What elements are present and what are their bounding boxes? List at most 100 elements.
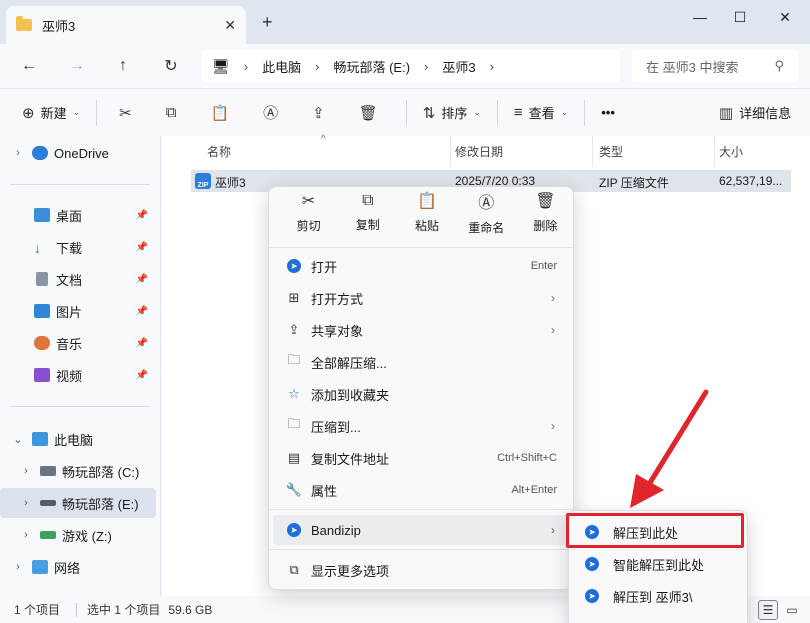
sidebar-item-drive-c[interactable]: › 畅玩部落 (C:) xyxy=(0,456,156,486)
tab-current[interactable]: 巫师3 ✕ xyxy=(6,6,246,44)
sidebar-item-label: 下载 xyxy=(56,240,83,256)
sidebar-item-music[interactable]: 音乐 📌 xyxy=(0,328,156,358)
details-pane-button[interactable]: ▥ 详细信息 xyxy=(711,97,799,129)
sidebar-item-desktop[interactable]: 桌面 📌 xyxy=(0,200,156,230)
view-button[interactable]: ≡ 查看 ⌄ xyxy=(506,97,576,129)
chevron-right-icon: › xyxy=(551,419,555,433)
sidebar-item-this-pc[interactable]: ⌄ 此电脑 xyxy=(0,424,156,454)
chevron-right-icon[interactable]: › xyxy=(12,561,24,573)
minimize-button[interactable]: — xyxy=(685,6,715,28)
paste-button[interactable]: 📋 xyxy=(196,97,249,129)
menu-item-copy-path[interactable]: ▤ 复制文件地址 Ctrl+Shift+C xyxy=(273,443,571,473)
delete-menu-button[interactable]: 🗑 删除 xyxy=(516,187,575,237)
sidebar-item-drive-z[interactable]: › 游戏 (Z:) xyxy=(0,520,156,550)
cut-button[interactable]: ✂ xyxy=(105,97,152,129)
pin-icon: 📌 xyxy=(135,305,148,317)
rename-menu-button[interactable]: Ⓐ 重命名 xyxy=(457,187,516,237)
forward-button[interactable]: → xyxy=(64,54,90,78)
submenu-item-smart-extract[interactable]: ➤ 智能解压到此处 xyxy=(573,549,745,579)
chevron-right-icon: › xyxy=(551,523,555,537)
close-window-button[interactable]: ✕ xyxy=(770,6,800,28)
bandizip-icon: ➤ xyxy=(585,589,599,603)
menu-item-extract-all[interactable]: 🗀 全部解压缩... xyxy=(273,347,571,377)
zip-folder-icon: 🗀 xyxy=(287,416,301,431)
breadcrumb-this-pc[interactable]: 此电脑 xyxy=(262,57,301,76)
menu-item-open[interactable]: ➤ 打开 Enter xyxy=(273,251,571,281)
rename-icon: Ⓐ xyxy=(263,105,279,122)
item-count: 1 个项目 xyxy=(14,603,61,617)
paste-label: 粘贴 xyxy=(415,218,440,233)
sidebar-item-network[interactable]: › 网络 xyxy=(0,552,156,582)
tiles-view-icon[interactable]: ▭ xyxy=(782,600,802,620)
rename-button[interactable]: Ⓐ xyxy=(249,97,298,129)
column-header-size[interactable]: 大小 xyxy=(711,136,810,166)
sidebar-item-drive-e[interactable]: › 畅玩部落 (E:) xyxy=(0,488,156,518)
chevron-down-icon: ⌄ xyxy=(473,107,481,117)
search-icon: ⚲ xyxy=(774,58,784,73)
chevron-right-icon[interactable]: › xyxy=(20,529,32,541)
chevron-right-icon[interactable]: › xyxy=(12,147,24,159)
column-header-type[interactable]: 类型 xyxy=(591,136,715,166)
menu-item-bandizip[interactable]: ➤ Bandizip › xyxy=(273,515,571,545)
highlight-box xyxy=(566,513,744,548)
chevron-down-icon[interactable]: ⌄ xyxy=(12,433,24,446)
clipboard-icon: 📋 xyxy=(210,104,230,122)
pin-icon: 📌 xyxy=(135,273,148,285)
new-tab-button[interactable]: + xyxy=(262,12,273,33)
address-bar[interactable]: 🖥 › 此电脑 › 畅玩部落 (E:) › 巫师3 › xyxy=(202,50,620,82)
tab-close-icon[interactable]: ✕ xyxy=(224,17,236,34)
breadcrumb-folder[interactable]: 巫师3 xyxy=(442,57,475,76)
sidebar-item-label: 此电脑 xyxy=(54,432,94,448)
sidebar-item-downloads[interactable]: ↓ 下载 📌 xyxy=(0,232,156,262)
details-view-icon[interactable]: ☰ xyxy=(758,600,778,620)
new-label: 新建 xyxy=(40,106,67,121)
menu-item-label: 显示更多选项 xyxy=(311,563,390,579)
sidebar-item-onedrive[interactable]: › OneDrive xyxy=(0,138,156,168)
sort-ascending-icon: ^ xyxy=(321,134,326,145)
back-button[interactable]: ← xyxy=(16,54,42,78)
chevron-right-icon: › xyxy=(243,58,249,74)
maximize-button[interactable]: ☐ xyxy=(725,6,755,28)
column-label: 大小 xyxy=(719,144,744,159)
drive-icon xyxy=(40,531,56,539)
column-header-date[interactable]: 修改日期 xyxy=(447,136,593,166)
up-button[interactable]: ↑ xyxy=(110,54,136,78)
delete-button[interactable]: 🗑 xyxy=(345,97,398,129)
sidebar-item-documents[interactable]: 文档 📌 xyxy=(0,264,156,294)
navigation-pane: › OneDrive 桌面 📌 ↓ 下载 📌 文档 📌 图片 📌 音乐 📌 视频… xyxy=(0,136,160,596)
more-icon: ••• xyxy=(601,105,615,120)
details-label: 详细信息 xyxy=(739,106,792,121)
refresh-button[interactable]: ↻ xyxy=(158,54,184,78)
rename-label: 重命名 xyxy=(468,220,505,235)
chevron-right-icon[interactable]: › xyxy=(20,465,32,477)
copy-icon: ⧉ xyxy=(165,104,177,121)
search-input[interactable]: 在 巫师3 中搜索 ⚲ xyxy=(632,50,798,82)
chevron-right-icon[interactable]: › xyxy=(20,497,32,509)
new-button[interactable]: ⊕ 新建 ⌄ xyxy=(14,97,88,129)
copy-menu-button[interactable]: ⧉ 复制 xyxy=(338,187,397,237)
sidebar-item-pictures[interactable]: 图片 📌 xyxy=(0,296,156,326)
menu-item-properties[interactable]: 🔧 属性 Alt+Enter xyxy=(273,475,571,505)
menu-item-label: 添加到收藏夹 xyxy=(311,387,390,403)
copy-button[interactable]: ⧉ xyxy=(152,97,197,129)
menu-item-add-favorites[interactable]: ☆ 添加到收藏夹 xyxy=(273,379,571,409)
sidebar-item-videos[interactable]: 视频 📌 xyxy=(0,360,156,390)
menu-item-open-with[interactable]: ⊞ 打开方式 › xyxy=(273,283,571,313)
sort-label: 排序 xyxy=(441,106,468,121)
menu-item-label: 打开方式 xyxy=(311,291,364,307)
wrench-icon: 🔧 xyxy=(285,482,303,497)
sort-button[interactable]: ⇅ 排序 ⌄ xyxy=(415,97,489,129)
menu-item-share[interactable]: ⇪ 共享对象 › xyxy=(273,315,571,345)
menu-item-show-more[interactable]: ⧉ 显示更多选项 xyxy=(273,555,571,585)
cut-menu-button[interactable]: ✂ 剪切 xyxy=(279,187,338,237)
menu-item-compress-to[interactable]: 🗀 压缩到... › xyxy=(273,411,571,441)
more-options-button[interactable]: ••• xyxy=(593,97,623,129)
column-label: 类型 xyxy=(599,144,624,159)
share-button[interactable]: ⇪ xyxy=(298,97,345,129)
paste-menu-button[interactable]: 📋 粘贴 xyxy=(397,187,456,237)
submenu-item-extract-to-folder[interactable]: ➤ 解压到 巫师3\ xyxy=(573,581,745,611)
chevron-down-icon: ⌄ xyxy=(72,107,81,117)
selection-size: 59.6 GB xyxy=(168,602,213,617)
breadcrumb-drive-e[interactable]: 畅玩部落 (E:) xyxy=(333,57,410,76)
chevron-down-icon: ⌄ xyxy=(560,107,569,117)
